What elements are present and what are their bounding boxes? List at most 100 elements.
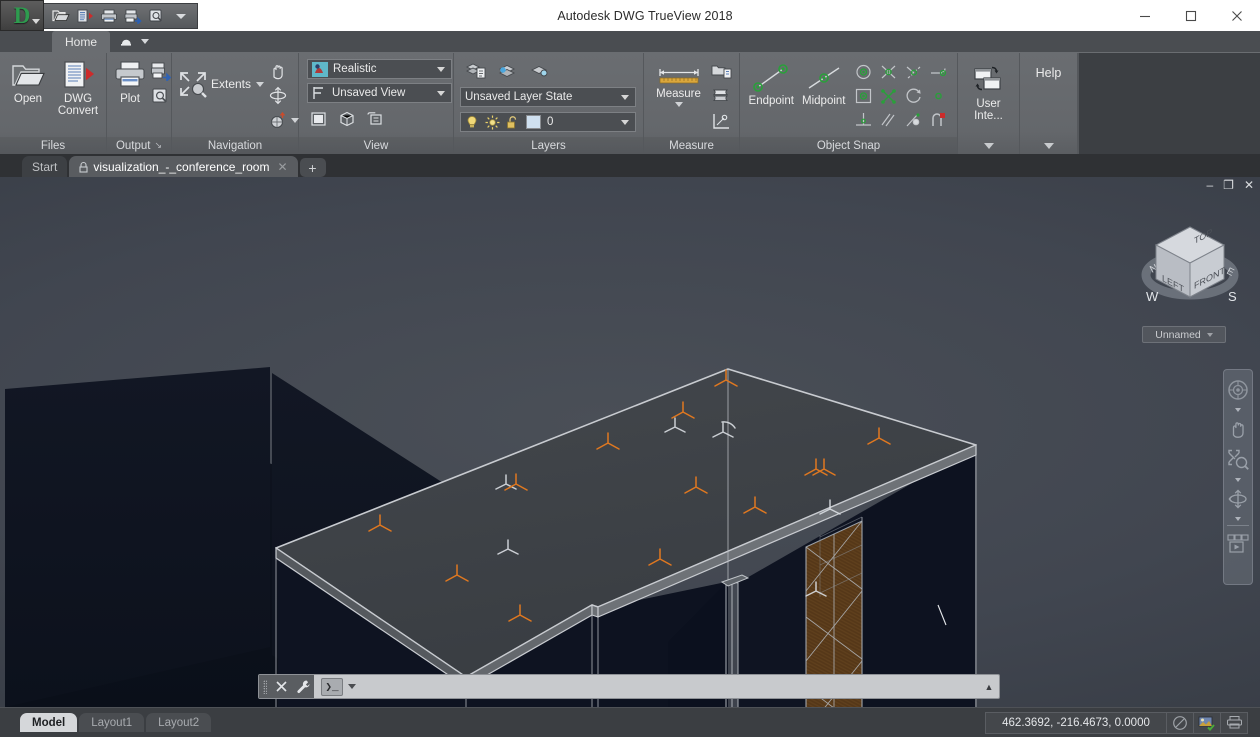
mdi-minimize-button[interactable]: – bbox=[1206, 179, 1213, 191]
osnap-tangent-button[interactable] bbox=[901, 108, 925, 132]
zoom-button-nav[interactable] bbox=[1225, 445, 1251, 475]
named-view-dropdown[interactable]: Unnamed bbox=[1142, 326, 1226, 343]
command-line[interactable]: ❯_ ▲ bbox=[258, 674, 1000, 699]
drawing-canvas[interactable]: – ❐ ✕ N E W S bbox=[0, 177, 1260, 707]
drawing-viewport[interactable]: – ❐ ✕ N E W S bbox=[0, 177, 1260, 707]
tab-home[interactable]: Home bbox=[52, 31, 110, 52]
osnap-endpoint-button[interactable]: Endpoint bbox=[746, 57, 797, 107]
unlock-icon[interactable] bbox=[506, 115, 520, 130]
measure-area-button[interactable] bbox=[709, 59, 733, 83]
qat-plot-button[interactable] bbox=[98, 5, 120, 26]
layer-state-combo[interactable]: Unsaved Layer State bbox=[460, 87, 636, 107]
viewport-tools-button[interactable] bbox=[363, 107, 387, 131]
navigation-wheel-button[interactable] bbox=[266, 108, 290, 132]
command-line-grip[interactable] bbox=[259, 675, 270, 698]
mdi-close-button[interactable]: ✕ bbox=[1244, 179, 1254, 191]
showmotion-button[interactable] bbox=[1225, 529, 1251, 563]
window-maximize-button[interactable] bbox=[1168, 0, 1214, 31]
plot-status-button[interactable] bbox=[1221, 712, 1248, 734]
layer-freeze-button[interactable] bbox=[496, 58, 520, 82]
steering-wheel-button[interactable] bbox=[1225, 375, 1251, 405]
command-input[interactable] bbox=[356, 675, 979, 698]
command-prompt-icon[interactable]: ❯_ bbox=[321, 678, 343, 696]
layer-isolate-button[interactable] bbox=[528, 58, 552, 82]
viewport-config-button[interactable] bbox=[307, 107, 331, 131]
osnap-center-button[interactable] bbox=[851, 60, 875, 84]
zoom-extents-icon[interactable] bbox=[178, 70, 208, 98]
window-close-button[interactable] bbox=[1214, 0, 1260, 31]
pan-button-nav[interactable] bbox=[1225, 414, 1251, 444]
help-button[interactable]: Help bbox=[1026, 61, 1071, 79]
plot-status-icon bbox=[1226, 715, 1243, 730]
osnap-parallel-button[interactable] bbox=[876, 108, 900, 132]
qat-publish-button[interactable] bbox=[122, 5, 144, 26]
measure-list-button[interactable] bbox=[709, 84, 733, 108]
osnap-insertion-button[interactable] bbox=[876, 84, 900, 108]
nav-divider bbox=[1227, 525, 1249, 526]
document-tab-drawing[interactable]: visualization_-_conference_room ✕ bbox=[69, 156, 297, 177]
osnap-quadrant-button[interactable] bbox=[901, 84, 925, 108]
osnap-apparent-intersection-button[interactable] bbox=[901, 60, 925, 84]
lightbulb-icon[interactable] bbox=[465, 115, 479, 130]
user-interface-dropdown-icon[interactable] bbox=[984, 143, 994, 149]
pan-button[interactable] bbox=[266, 58, 290, 82]
preview-button[interactable] bbox=[149, 84, 173, 108]
osnap-perpendicular-button[interactable] bbox=[851, 108, 875, 132]
osnap-node-button[interactable] bbox=[851, 84, 875, 108]
open-button[interactable]: Open bbox=[6, 57, 50, 105]
wheel-dropdown-icon[interactable] bbox=[291, 118, 299, 123]
extents-dropdown-icon[interactable] bbox=[256, 82, 264, 87]
layout-tab-layout1[interactable]: Layout1 bbox=[79, 713, 144, 732]
no-selection-button[interactable] bbox=[1167, 712, 1194, 734]
layout-tab-model[interactable]: Model bbox=[20, 713, 77, 732]
publish-button[interactable] bbox=[149, 59, 173, 83]
zoom-dropdown[interactable] bbox=[1225, 476, 1251, 483]
command-line-close-button[interactable] bbox=[270, 675, 292, 698]
coordinate-display[interactable]: 462.3692, -216.4673, 0.0000 bbox=[985, 712, 1167, 734]
visual-style-combo[interactable]: Realistic bbox=[307, 59, 452, 79]
sun-icon[interactable] bbox=[485, 115, 500, 130]
qat-overflow-button[interactable] bbox=[170, 5, 192, 26]
view-combo[interactable]: Unsaved View bbox=[307, 83, 452, 103]
osnap-nearest-button[interactable] bbox=[926, 84, 950, 108]
qat-dwg-convert-button[interactable] bbox=[74, 5, 96, 26]
qat-open-button[interactable] bbox=[50, 5, 72, 26]
osnap-intersection-button[interactable] bbox=[876, 60, 900, 84]
qat-preview-button[interactable] bbox=[146, 5, 168, 26]
layer-properties-button[interactable] bbox=[464, 58, 488, 82]
user-interface-button[interactable]: User Inte... bbox=[964, 57, 1013, 122]
orbit-button[interactable] bbox=[266, 83, 290, 107]
orbit-button-nav[interactable] bbox=[1225, 484, 1251, 514]
osnap-extension-button[interactable] bbox=[926, 60, 950, 84]
current-layer-combo[interactable]: 0 bbox=[460, 112, 636, 132]
plot-button[interactable]: Plot bbox=[113, 57, 147, 105]
isometric-view-button[interactable] bbox=[335, 107, 359, 131]
osnap-settings-button[interactable] bbox=[926, 108, 950, 132]
layer-color-swatch[interactable] bbox=[526, 115, 541, 129]
view-cube-graphic[interactable]: N E W S TOP LEFT FRONT bbox=[1136, 213, 1244, 325]
command-line-settings-button[interactable] bbox=[292, 675, 314, 698]
dwg-convert-button[interactable]: DWG Convert bbox=[56, 57, 100, 117]
command-history-button[interactable]: ▲ bbox=[979, 682, 999, 692]
help-dropdown-icon[interactable] bbox=[1044, 143, 1054, 149]
command-prompt-dropdown-icon[interactable] bbox=[348, 684, 356, 689]
osnap-insertion-icon bbox=[879, 87, 898, 105]
measure-dropdown-icon[interactable] bbox=[675, 102, 683, 107]
measure-coordinate-button[interactable] bbox=[709, 109, 733, 133]
mdi-restore-button[interactable]: ❐ bbox=[1223, 179, 1234, 191]
document-tab-start[interactable]: Start bbox=[22, 156, 67, 177]
orbit-dropdown[interactable] bbox=[1225, 515, 1251, 522]
ribbon-workspace-button[interactable] bbox=[110, 31, 159, 52]
panel-title-measure: Measure bbox=[644, 137, 739, 154]
document-tab-close-button[interactable]: ✕ bbox=[277, 160, 287, 174]
osnap-midpoint-button[interactable]: Midpoint bbox=[799, 57, 850, 107]
layout-tab-layout2[interactable]: Layout2 bbox=[146, 713, 211, 732]
application-menu-button[interactable]: D bbox=[0, 0, 44, 31]
measure-button[interactable]: Measure bbox=[650, 57, 707, 107]
publish-status-button[interactable] bbox=[1194, 712, 1221, 734]
dialog-launcher-icon[interactable]: ↘ bbox=[154, 140, 162, 151]
window-minimize-button[interactable] bbox=[1122, 0, 1168, 31]
view-cube[interactable]: N E W S TOP LEFT FRONT Unnamed bbox=[1136, 213, 1244, 343]
new-document-tab-button[interactable]: + bbox=[300, 158, 326, 177]
steering-wheel-dropdown[interactable] bbox=[1225, 406, 1251, 413]
